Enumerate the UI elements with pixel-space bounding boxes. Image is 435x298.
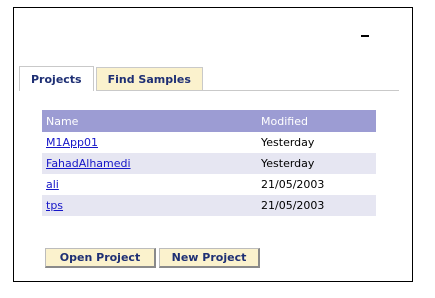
- project-name-cell: M1App01: [42, 132, 257, 153]
- column-header-modified: Modified: [257, 110, 376, 132]
- tab-find-samples[interactable]: Find Samples: [95, 67, 203, 91]
- projects-table: Name Modified M1App01 Yesterday FahadAlh…: [42, 110, 376, 216]
- tab-bar: Projects Find Samples: [19, 66, 203, 91]
- modified-cell: Yesterday: [257, 153, 376, 174]
- modified-cell: Yesterday: [257, 132, 376, 153]
- project-name-cell: tps: [42, 195, 257, 216]
- tab-divider: [97, 90, 399, 91]
- minimize-dash: [361, 35, 369, 37]
- project-name-cell: ali: [42, 174, 257, 195]
- modified-cell: 21/05/2003: [257, 195, 376, 216]
- table-row[interactable]: FahadAlhamedi Yesterday: [42, 153, 376, 174]
- tab-projects[interactable]: Projects: [19, 66, 94, 91]
- project-link[interactable]: ali: [46, 178, 59, 191]
- project-link[interactable]: tps: [46, 199, 63, 212]
- table-row[interactable]: ali 21/05/2003: [42, 174, 376, 195]
- column-header-name: Name: [42, 110, 257, 132]
- table-header-row: Name Modified: [42, 110, 376, 132]
- new-project-button[interactable]: New Project: [159, 248, 260, 268]
- table-row[interactable]: tps 21/05/2003: [42, 195, 376, 216]
- project-name-cell: FahadAlhamedi: [42, 153, 257, 174]
- open-project-button[interactable]: Open Project: [45, 248, 156, 268]
- modified-cell: 21/05/2003: [257, 174, 376, 195]
- project-link[interactable]: M1App01: [46, 136, 98, 149]
- table-row[interactable]: M1App01 Yesterday: [42, 132, 376, 153]
- project-link[interactable]: FahadAlhamedi: [46, 157, 131, 170]
